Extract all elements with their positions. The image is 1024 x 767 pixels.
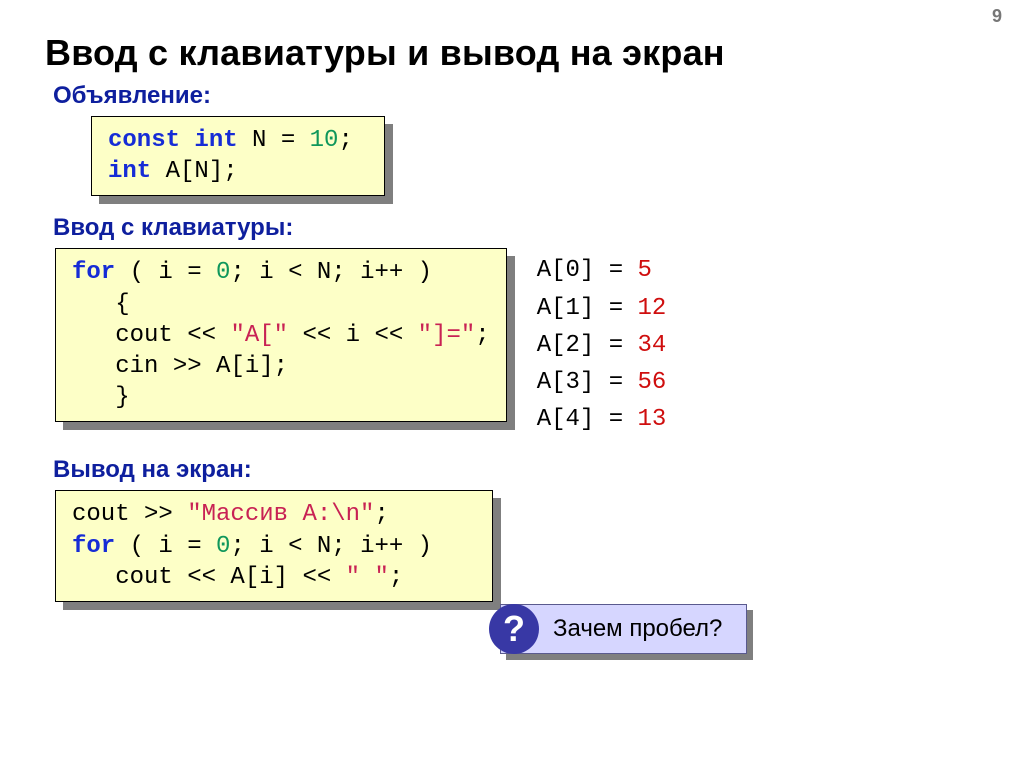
page-title: Ввод с клавиатуры и вывод на экран [45, 32, 984, 74]
code-text: } [72, 384, 130, 411]
output-key: A[0] = [537, 257, 638, 284]
code-text: << i << [288, 322, 418, 349]
code-text: cout << [72, 322, 230, 349]
code-text: ; [475, 322, 489, 349]
string-literal: "A[" [230, 322, 288, 349]
keyword: for [72, 533, 115, 560]
output-line: A[1] = 12 [537, 290, 667, 327]
code-text: = [187, 259, 216, 286]
code-block-input: for ( i = 0; i < N; i++ ) { cout << "A["… [55, 248, 507, 422]
output-key: A[4] = [537, 406, 638, 433]
output-value: 5 [638, 257, 652, 284]
section-input: Ввод с клавиатуры: [53, 214, 984, 242]
output-value: 13 [638, 406, 667, 433]
output-key: A[3] = [537, 369, 638, 396]
number-literal: 0 [216, 533, 230, 560]
code-text: cout << A[i] << [72, 564, 346, 591]
code-text: ; [389, 564, 403, 591]
output-value: 34 [638, 332, 667, 359]
code-text: ; [338, 127, 352, 154]
code-block-declaration: const int N = 10; int A[N]; [91, 116, 385, 196]
code-block-output: cout >> "Массив A:\n"; for ( i = 0; i < … [55, 490, 493, 602]
output-line: A[2] = 34 [537, 327, 667, 364]
output-key: A[2] = [537, 332, 638, 359]
code-text: A[N]; [151, 158, 237, 185]
output-value: 56 [638, 369, 667, 396]
callout-text: Зачем пробел? [553, 615, 722, 642]
number-literal: 0 [216, 259, 230, 286]
sample-output: A[0] = 5A[1] = 12A[2] = 34A[3] = 56A[4] … [537, 252, 667, 438]
code-text: ; i < N; i++ ) [230, 533, 432, 560]
keyword: for [72, 259, 115, 286]
section-output: Вывод на экран: [53, 456, 984, 484]
output-line: A[4] = 13 [537, 401, 667, 438]
code-text: ; [374, 501, 388, 528]
output-key: A[1] = [537, 295, 638, 322]
keyword: int [108, 158, 151, 185]
code-text: N [238, 127, 281, 154]
callout: ? Зачем пробел? [500, 604, 747, 654]
slide: 9 Ввод с клавиатуры и вывод на экран Объ… [0, 0, 1024, 767]
code-text: = [281, 127, 310, 154]
string-literal: " " [346, 564, 389, 591]
output-line: A[3] = 56 [537, 364, 667, 401]
number-literal: 10 [310, 127, 339, 154]
code-text: ( i [115, 533, 187, 560]
code-text: ; i < N; i++ ) [230, 259, 432, 286]
keyword: const int [108, 127, 238, 154]
code-text: { [72, 291, 130, 318]
page-number: 9 [992, 6, 1002, 27]
code-text: ( i [115, 259, 187, 286]
output-line: A[0] = 5 [537, 252, 667, 289]
section-declaration: Объявление: [53, 82, 984, 110]
code-text: = [187, 533, 216, 560]
string-literal: "]=" [418, 322, 476, 349]
question-icon: ? [489, 604, 539, 654]
code-text: cin >> A[i]; [72, 353, 288, 380]
code-text: cout >> [72, 501, 187, 528]
string-literal: "Массив A:\n" [187, 501, 374, 528]
output-value: 12 [638, 295, 667, 322]
